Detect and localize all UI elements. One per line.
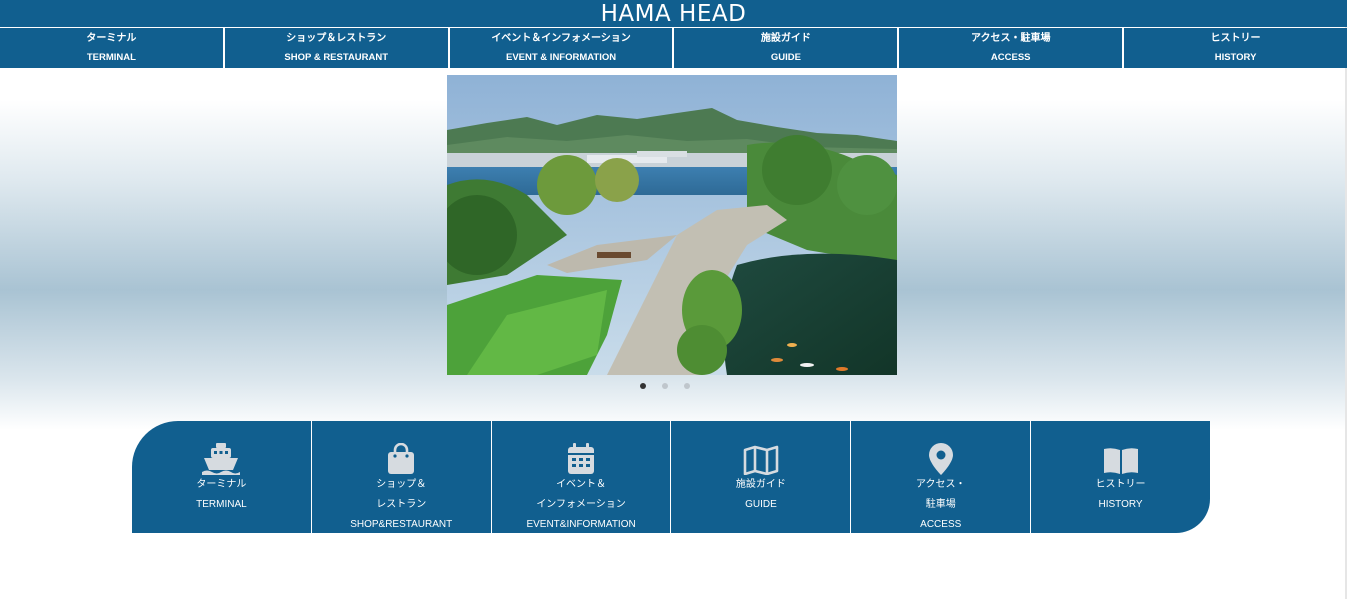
- carousel-dot-1[interactable]: [640, 383, 646, 389]
- quick-link-guide[interactable]: 施設ガイド GUIDE: [671, 421, 852, 533]
- map-icon: [671, 441, 850, 475]
- quick-link-shop-restaurant[interactable]: ショップ＆ レストラン SHOP&RESTAURANT: [312, 421, 492, 533]
- nav-item-en-label: GUIDE: [770, 52, 801, 63]
- quick-link-access[interactable]: アクセス・ 駐車場 ACCESS: [851, 421, 1032, 533]
- nav-item-en-label: HISTORY: [1214, 52, 1257, 63]
- tile-label-en: TERMINAL: [196, 499, 247, 510]
- nav-item-jp-label: アクセス・駐車場: [970, 33, 1051, 44]
- quick-link-history[interactable]: ヒストリー HISTORY: [1031, 421, 1210, 533]
- tile-label-jp: ヒストリー: [1095, 479, 1146, 490]
- tile-label-jp: ターミナル: [196, 479, 247, 490]
- carousel-dot-2[interactable]: [662, 383, 668, 389]
- carousel-dot-3[interactable]: [684, 383, 690, 389]
- carousel-pagination: [640, 380, 710, 392]
- quick-links-panel: ターミナル TERMINAL ショップ＆ レストラン SHOP&RESTAURA…: [132, 421, 1210, 533]
- quick-link-terminal[interactable]: ターミナル TERMINAL: [132, 421, 312, 533]
- tile-label-jp: インフォメーション: [536, 499, 626, 510]
- nav-item-jp-label: ヒストリー: [1210, 33, 1261, 44]
- book-icon: [1031, 441, 1210, 475]
- nav-item-event-information[interactable]: イベント＆インフォメーション EVENT & INFORMATION: [450, 28, 675, 68]
- location-pin-icon: [851, 441, 1030, 475]
- nav-item-en-label: EVENT & INFORMATION: [506, 52, 617, 63]
- ship-icon: [132, 441, 311, 475]
- tile-label-en: EVENT&INFORMATION: [526, 519, 636, 530]
- tile-label-jp: イベント＆: [556, 479, 607, 490]
- tile-label-jp: レストラン: [376, 499, 427, 510]
- nav-item-history[interactable]: ヒストリー HISTORY: [1124, 28, 1347, 68]
- shopping-bag-icon: [312, 441, 491, 475]
- tile-label-jp: アクセス・: [915, 479, 966, 490]
- harbor-garden-photo: [447, 75, 897, 375]
- tile-label-en: ACCESS: [920, 519, 962, 530]
- site-header: HAMA HEAD: [0, 0, 1347, 27]
- nav-item-en-label: TERMINAL: [86, 52, 136, 63]
- tile-label-jp: 施設ガイド: [735, 479, 786, 490]
- tile-label-en: HISTORY: [1098, 499, 1143, 510]
- hero-carousel-image[interactable]: [447, 75, 897, 375]
- nav-item-jp-label: ショップ＆レストラン: [286, 33, 387, 44]
- tile-label-en: GUIDE: [745, 499, 777, 510]
- nav-item-jp-label: 施設ガイド: [760, 33, 811, 44]
- tile-label-jp: ショップ＆: [376, 479, 427, 490]
- calendar-icon: [492, 441, 671, 475]
- nav-item-jp-label: ターミナル: [86, 33, 137, 44]
- nav-item-guide[interactable]: 施設ガイド GUIDE: [674, 28, 900, 68]
- nav-item-terminal[interactable]: ターミナル TERMINAL: [0, 28, 225, 68]
- nav-item-jp-label: イベント＆インフォメーション: [491, 33, 631, 44]
- nav-item-en-label: ACCESS: [990, 52, 1031, 63]
- top-nav: ターミナル TERMINAL ショップ＆レストラン SHOP & RESTAUR…: [0, 28, 1347, 68]
- site-title[interactable]: HAMA HEAD: [0, 0, 1347, 28]
- tile-label-en: SHOP&RESTAURANT: [350, 519, 453, 530]
- nav-item-shop-restaurant[interactable]: ショップ＆レストラン SHOP & RESTAURANT: [225, 28, 450, 68]
- quick-link-event-information[interactable]: イベント＆ インフォメーション EVENT&INFORMATION: [492, 421, 672, 533]
- tile-label-jp: 駐車場: [925, 499, 956, 510]
- nav-item-access[interactable]: アクセス・駐車場 ACCESS: [899, 28, 1125, 68]
- nav-item-en-label: SHOP & RESTAURANT: [284, 52, 389, 63]
